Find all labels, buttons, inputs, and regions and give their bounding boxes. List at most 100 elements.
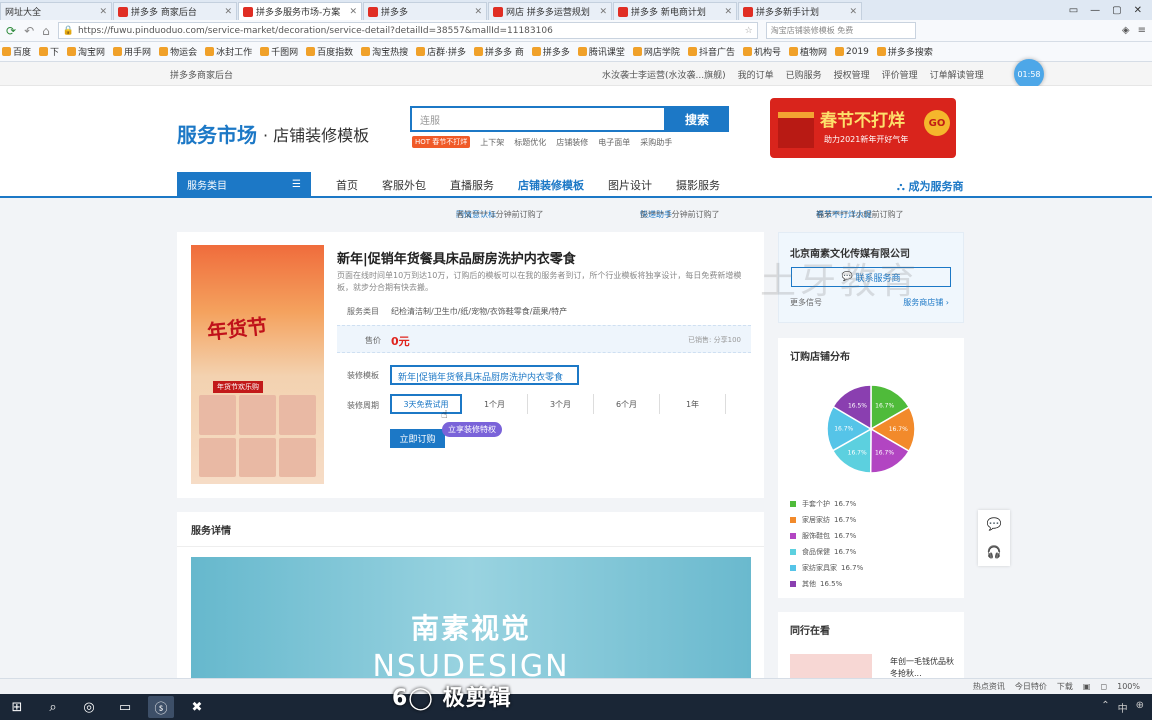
topbar-link[interactable]: 评价管理 — [882, 68, 918, 81]
back-icon[interactable]: ↶ — [24, 24, 34, 38]
template-select[interactable]: 新年|促销年货餐具床品厨房洗护内衣零食 — [390, 365, 579, 385]
home-icon[interactable]: ⌂ — [42, 24, 50, 38]
bookmark-item[interactable]: 物运会 — [159, 45, 197, 58]
bookmark-item[interactable]: 腾讯课堂 — [577, 45, 625, 58]
service-market-logo[interactable]: 服务市场 — [177, 119, 257, 148]
star-icon[interactable]: ☆ — [745, 26, 753, 36]
browser-tab[interactable]: 拼多多 ✕ — [363, 2, 487, 20]
bookmark-item[interactable]: 植物网 — [788, 45, 827, 58]
tray-icon[interactable]: 中 — [1118, 700, 1128, 715]
app-icon[interactable]: ◎ — [76, 696, 102, 718]
buy-now-button[interactable]: 立即订购 — [390, 429, 445, 448]
duration-option[interactable]: 3天免费试用 — [390, 394, 462, 414]
category-menu-button[interactable]: 服务类目 ☰ — [177, 172, 311, 196]
search-input[interactable]: 连服 — [410, 106, 666, 132]
become-provider-link[interactable]: ⛬ 成为服务商 — [897, 178, 964, 194]
close-icon[interactable]: ✕ — [474, 7, 482, 17]
close-icon[interactable]: ✕ — [599, 7, 607, 17]
bookmark-item[interactable]: 抖音广告 — [687, 45, 735, 58]
extension-icon[interactable]: ◈ — [1122, 25, 1130, 36]
restore-icon[interactable]: ▭ — [1069, 5, 1078, 16]
bookmark-item[interactable]: 店群·拼多 — [416, 45, 466, 58]
windows-start-icon[interactable]: ⊞ — [4, 696, 30, 718]
merchant-backend-link[interactable]: 拼多多商家后台 — [170, 68, 233, 81]
search-icon[interactable]: ⌕ — [40, 696, 66, 718]
browser-tab[interactable]: 网店 拼多多运营规划 ✕ — [488, 2, 612, 20]
statusbar-item[interactable]: 热点资讯 — [973, 681, 1005, 692]
hot-keyword-link[interactable]: 店铺装修 — [556, 137, 588, 148]
url-input[interactable]: 🔒 https://fuwu.pinduoduo.com/service-mar… — [57, 22, 758, 39]
bookmark-item[interactable]: 拼多多 — [531, 45, 570, 58]
duration-option[interactable]: 6个月 — [594, 394, 660, 414]
close-icon[interactable]: ✕ — [99, 7, 107, 17]
browser-tab[interactable]: 网址大全 ✕ — [0, 2, 112, 20]
nav-link[interactable]: 客服外包 — [382, 177, 426, 193]
browser-tab-active[interactable]: 拼多多服务市场-方案 ✕ — [238, 2, 362, 20]
topbar-link[interactable]: 订单解读管理 — [930, 68, 984, 81]
bookmark-item[interactable]: 拼多多 商 — [474, 45, 524, 58]
go-button[interactable]: GO — [924, 110, 950, 136]
bookmark-item[interactable]: 淘宝热搜 — [361, 45, 408, 58]
close-icon[interactable]: ✕ — [849, 7, 857, 17]
browser-tab[interactable]: 拼多多 商家后台 ✕ — [113, 2, 237, 20]
hot-keyword-link[interactable]: 采购助手 — [640, 137, 672, 148]
product-image[interactable]: 年货节 年货节欢乐购 — [191, 245, 324, 484]
bookmark-item[interactable]: 2019 — [834, 47, 869, 57]
bookmark-item[interactable]: 用手网 — [113, 45, 151, 58]
refresh-icon[interactable]: ⟳ — [6, 24, 16, 38]
topbar-link[interactable]: 我的订单 — [738, 68, 774, 81]
bookmark-item[interactable]: 冰封工作 — [205, 45, 252, 58]
app-icon[interactable]: ✖ — [184, 696, 210, 718]
browser-tab[interactable]: 拼多多 新电商计划 ✕ — [613, 2, 737, 20]
maximize-icon[interactable]: ▢ — [1112, 5, 1121, 16]
browser-search-input[interactable]: 淘宝店铺装修模板 免费 — [765, 22, 916, 39]
statusbar-item[interactable]: 下载 — [1057, 681, 1073, 692]
pie-label: 16.7% — [848, 450, 867, 457]
menu-icon[interactable]: ≡ — [1138, 25, 1146, 36]
peer-text[interactable]: 年创一毛钱优品秋冬抢秋... — [890, 656, 956, 680]
statusbar-item[interactable]: 100% — [1117, 682, 1140, 691]
topbar-link[interactable]: 已购服务 — [786, 68, 822, 81]
nav-link[interactable]: 直播服务 — [450, 177, 494, 193]
browser-icon[interactable]: ⓢ — [148, 696, 174, 718]
nav-link[interactable]: 摄影服务 — [676, 177, 720, 193]
bookmark-item[interactable]: 百度 — [2, 45, 31, 58]
close-icon[interactable]: ✕ — [724, 7, 732, 17]
hot-keyword-link[interactable]: 标题优化 — [514, 137, 546, 148]
statusbar-item[interactable]: 今日特价 — [1015, 681, 1047, 692]
bookmark-item[interactable]: 拼多多搜索 — [876, 45, 933, 58]
close-window-icon[interactable]: ✕ — [1134, 5, 1142, 16]
statusbar-item[interactable]: ▣ — [1083, 682, 1091, 691]
tray-icon[interactable]: ⌃ — [1101, 700, 1109, 715]
bookmark-item[interactable]: 机构号 — [742, 45, 781, 58]
duration-option[interactable]: 1个月 — [462, 394, 528, 414]
close-icon[interactable]: ✕ — [224, 7, 232, 17]
bookmark-item[interactable]: 网店学院 — [632, 45, 680, 58]
topbar-link[interactable]: 授权管理 — [834, 68, 870, 81]
duration-option[interactable]: 1年 — [660, 394, 726, 414]
browser-tab[interactable]: 拼多多新手计划 ✕ — [738, 2, 862, 20]
nav-link[interactable]: 首页 — [336, 177, 358, 193]
headset-icon[interactable]: 🎧 — [987, 545, 1002, 559]
bookmark-item[interactable]: 千图网 — [260, 45, 298, 58]
spring-festival-banner[interactable]: 春节不打烊 助力2021新年开好气年 GO — [770, 98, 956, 158]
nav-link[interactable]: 图片设计 — [608, 177, 652, 193]
bookmark-icon — [474, 47, 484, 56]
user-links: 水汝袭士李运营(水汝袭...旗舰) 我的订单 已购服务 授权管理 评价管理 订单解读管理 — [602, 68, 984, 81]
topbar-link[interactable]: 水汝袭士李运营(水汝袭...旗舰) — [602, 68, 726, 81]
bookmark-item[interactable]: 百度指数 — [306, 45, 353, 58]
minimize-icon[interactable]: — — [1090, 5, 1100, 16]
tray-icon[interactable]: ⊕ — [1136, 700, 1144, 715]
hot-keyword-link[interactable]: 上下架 — [480, 137, 504, 148]
bookmark-item[interactable]: 淘宝网 — [67, 45, 105, 58]
hot-keyword-link[interactable]: 电子面单 — [598, 137, 630, 148]
message-icon[interactable]: 💬 — [987, 517, 1002, 531]
duration-option[interactable]: 3个月 — [528, 394, 594, 414]
legend-pct: 16.5% — [820, 580, 843, 588]
bookmark-item[interactable]: 下 — [39, 45, 59, 58]
folder-icon[interactable]: ▭ — [112, 696, 138, 718]
nav-link[interactable]: 店铺装修模板 — [518, 177, 584, 193]
close-icon[interactable]: ✕ — [349, 7, 357, 17]
statusbar-item[interactable]: ◻ — [1100, 682, 1107, 691]
search-button[interactable]: 搜索 — [665, 106, 729, 132]
